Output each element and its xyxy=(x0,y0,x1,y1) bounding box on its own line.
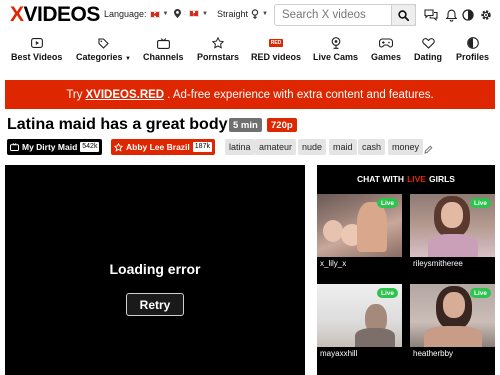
chevron-down-icon: ▼ xyxy=(201,10,208,17)
tag-link[interactable]: money xyxy=(388,139,424,155)
red-promo-banner[interactable]: Try XVIDEOS.RED . Ad-free experience wit… xyxy=(5,80,495,109)
tag-link[interactable]: cash xyxy=(358,139,386,155)
orientation-label: Straight xyxy=(217,9,249,19)
tv-icon xyxy=(156,37,170,49)
bell-icon xyxy=(445,9,457,22)
tag-link[interactable]: latina xyxy=(225,139,255,155)
chat-bubbles-icon xyxy=(424,9,438,21)
tag-link[interactable]: nude xyxy=(298,139,327,155)
chat-button[interactable] xyxy=(424,8,438,22)
live-cam-tile[interactable]: Live rileysmitheree xyxy=(410,194,495,270)
tv-icon xyxy=(10,143,19,151)
cam-thumbnail: Live xyxy=(317,284,402,347)
language-label: Language: xyxy=(104,9,147,19)
live-badge: Live xyxy=(376,198,398,208)
star-icon xyxy=(114,142,123,152)
play-square-icon xyxy=(30,38,43,48)
duration-badge: 5 min xyxy=(229,118,262,132)
tag-link[interactable]: maid xyxy=(329,139,357,155)
pornstar-subscribers: 187k xyxy=(192,142,212,152)
dark-mode-toggle[interactable] xyxy=(461,8,475,22)
nav-channels[interactable]: Channels xyxy=(143,37,184,62)
cam-username: rileysmitheree xyxy=(410,257,495,270)
cam-thumbnail: Live xyxy=(317,194,402,257)
live-cam-tile[interactable]: Live heatherbby xyxy=(410,284,495,360)
gear-icon xyxy=(481,10,491,20)
search-icon xyxy=(398,9,409,21)
red-badge-icon: RED xyxy=(268,39,284,47)
location-pin-icon xyxy=(174,9,181,18)
orientation-selector[interactable]: Straight ▼ xyxy=(217,9,268,19)
chevron-down-icon: ▼ xyxy=(262,11,268,17)
notifications-button[interactable] xyxy=(444,8,458,22)
cam-thumbnail: Live xyxy=(410,284,495,347)
canada-flag-icon xyxy=(149,10,160,18)
pencil-icon xyxy=(424,145,433,154)
live-cam-tile[interactable]: Live mayaxxhill xyxy=(317,284,402,360)
pornstar-chip[interactable]: Abby Lee Brazil 187k xyxy=(111,139,215,155)
nav-pornstars[interactable]: Pornstars xyxy=(197,37,239,62)
tags-icon xyxy=(97,37,109,49)
live-panel-header[interactable]: CHAT WITH LIVE GIRLS xyxy=(317,165,495,193)
edit-tags-button[interactable] xyxy=(424,141,433,159)
search-button[interactable] xyxy=(391,4,416,26)
video-player[interactable]: Loading error Retry xyxy=(5,165,305,375)
language-selector[interactable]: Language: ▼ xyxy=(104,9,169,19)
nav-dating[interactable]: Dating xyxy=(414,37,442,62)
nav-red-videos[interactable]: RED RED videos xyxy=(251,37,301,62)
country-selector[interactable]: : ▼ xyxy=(174,9,208,18)
nav-categories[interactable]: Categories ▼ xyxy=(76,37,131,62)
contrast-icon xyxy=(462,9,474,21)
cam-thumbnail: Live xyxy=(410,194,495,257)
nav-best-videos[interactable]: Best Videos xyxy=(11,37,62,62)
nav-profiles[interactable]: Profiles xyxy=(456,37,489,62)
xvideos-logo[interactable]: XVIDEOS xyxy=(10,4,100,25)
cam-username: mayaxxhill xyxy=(317,347,402,360)
cam-username: x_lily_x xyxy=(317,257,402,270)
top-header: XVIDEOS Language: ▼ : ▼ Straight ▼ xyxy=(0,0,500,30)
video-title: Latina maid has a great body xyxy=(7,116,228,133)
webcam-icon xyxy=(331,37,340,49)
user-icon xyxy=(466,37,479,49)
tag-link[interactable]: amateur xyxy=(255,139,297,155)
live-cams-panel: CHAT WITH LIVE GIRLS Live x_lily_x Live … xyxy=(317,165,495,375)
uploader-name: My Dirty Maid xyxy=(22,142,78,152)
live-badge: Live xyxy=(376,288,398,298)
main-nav: Best Videos Categories ▼ Channels Pornst… xyxy=(0,37,500,67)
loading-error-message: Loading error xyxy=(109,261,201,277)
quality-badge: 720p xyxy=(267,118,297,132)
settings-button[interactable] xyxy=(479,8,493,22)
retry-button[interactable]: Retry xyxy=(126,293,184,316)
cam-username: heatherbby xyxy=(410,347,495,360)
nav-games[interactable]: Games xyxy=(371,37,401,62)
nav-live-cams[interactable]: Live Cams xyxy=(313,37,358,62)
live-badge: Live xyxy=(469,288,491,298)
gamepad-icon xyxy=(379,38,394,48)
canada-flag-icon xyxy=(188,10,199,17)
pornstar-name: Abby Lee Brazil xyxy=(126,142,190,152)
live-cam-tile[interactable]: Live x_lily_x xyxy=(317,194,402,270)
chevron-down-icon: ▼ xyxy=(125,56,131,62)
female-symbol-icon xyxy=(251,9,259,19)
star-icon xyxy=(212,37,225,49)
hearts-icon xyxy=(421,37,435,49)
uploader-subscribers: 542k xyxy=(80,142,100,152)
live-badge: Live xyxy=(469,198,491,208)
uploader-chip[interactable]: My Dirty Maid 542k xyxy=(7,139,103,155)
chevron-down-icon: ▼ xyxy=(162,11,169,17)
xvideos-red-link[interactable]: XVIDEOS.RED xyxy=(86,89,165,101)
